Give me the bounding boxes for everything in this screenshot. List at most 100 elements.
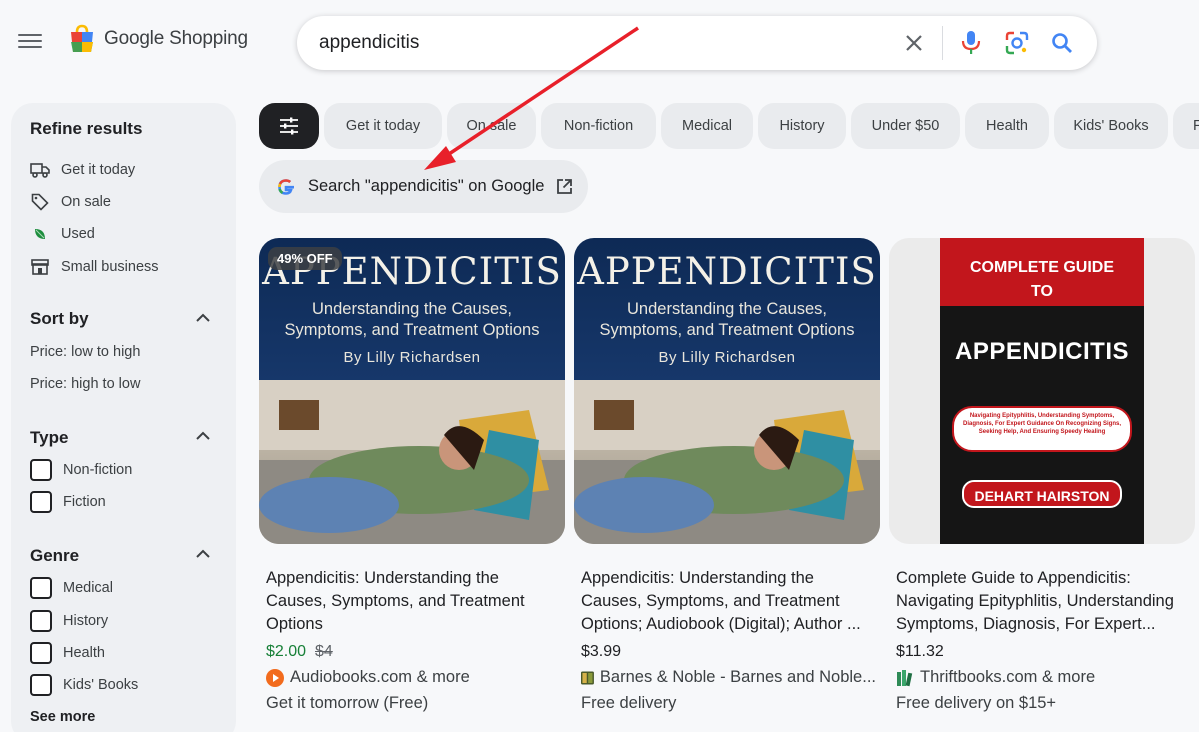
filter-label: Used — [61, 226, 95, 242]
chip-on-sale[interactable]: On sale — [447, 103, 536, 149]
cover-subtitle: Understanding the Causes, Symptoms, and T… — [284, 300, 540, 339]
chip-non-fiction[interactable]: Non-fiction — [541, 103, 656, 149]
mic-icon — [961, 31, 981, 54]
product-seller[interactable]: Thriftbooks.com & more — [896, 668, 1191, 687]
genre-heading: Genre — [30, 546, 80, 565]
filter-on-sale[interactable]: On sale — [30, 192, 111, 212]
search-divider — [942, 26, 943, 60]
sort-heading: Sort by — [30, 309, 89, 328]
book-cover-top: APPENDICITIS Understanding the Causes, Sy… — [574, 238, 880, 380]
sort-price-low-high[interactable]: Price: low to high — [30, 344, 140, 360]
product-delivery: Free delivery on $15+ — [896, 694, 1057, 712]
chevron-up-icon[interactable] — [194, 427, 212, 445]
cover-top-text: COMPLETE GUIDE TO — [940, 238, 1144, 306]
chevron-up-icon[interactable] — [194, 545, 212, 563]
barnes-noble-logo-icon — [581, 671, 594, 684]
sidebar-title: Refine results — [30, 119, 143, 138]
product-price: $2.00 — [266, 643, 307, 660]
cover-photo — [259, 380, 565, 544]
cover-author: DEHART HAIRSTON — [962, 480, 1122, 508]
chip-health[interactable]: Health — [965, 103, 1049, 149]
cover-author: By Lilly Richardsen — [658, 349, 796, 366]
product-title[interactable]: Appendicitis: Understanding the Causes, … — [266, 567, 556, 637]
cover-title: APPENDICITIS — [954, 338, 1130, 365]
checkbox[interactable] — [30, 459, 52, 481]
search-input[interactable] — [319, 28, 879, 58]
type-fiction[interactable]: Fiction — [30, 491, 106, 513]
filter-label: On sale — [61, 194, 111, 210]
search-on-google-label: Search "appendicitis" on Google — [308, 177, 545, 195]
checkbox-label: Fiction — [63, 494, 106, 510]
refine-sidebar: Refine results Get it today On sale Used… — [11, 103, 236, 732]
chip-kids-books[interactable]: Kids' Books — [1054, 103, 1168, 149]
product-seller[interactable]: Barnes & Noble - Barnes and Noble... — [581, 668, 876, 687]
product-title[interactable]: Complete Guide to Appendicitis: Navigati… — [896, 567, 1186, 637]
search-button[interactable] — [1048, 29, 1076, 57]
sort-price-high-low[interactable]: Price: high to low — [30, 376, 140, 392]
search-icon — [1052, 33, 1072, 53]
chip-under-50[interactable]: Under $50 — [851, 103, 960, 149]
search-on-google-button[interactable]: Search "appendicitis" on Google — [259, 160, 588, 213]
checkbox[interactable] — [30, 642, 52, 664]
genre-kids-books[interactable]: Kids' Books — [30, 674, 138, 696]
thriftbooks-logo-icon — [897, 669, 913, 686]
genre-history[interactable]: History — [30, 610, 108, 632]
genre-medical[interactable]: Medical — [30, 577, 113, 599]
genre-health[interactable]: Health — [30, 642, 105, 664]
checkbox-label: Health — [63, 645, 105, 661]
product-seller[interactable]: Audiobooks.com & more — [266, 668, 561, 687]
cover-photo — [574, 380, 880, 544]
chip-partial[interactable]: F — [1173, 103, 1199, 149]
filter-used[interactable]: Used — [30, 224, 95, 244]
discount-badge: 49% OFF — [268, 247, 342, 270]
product-image[interactable]: COMPLETE GUIDE TO APPENDICITIS Navigatin… — [889, 238, 1195, 544]
chip-history[interactable]: History — [758, 103, 846, 149]
type-non-fiction[interactable]: Non-fiction — [30, 459, 132, 481]
cover-blurb: Navigating Epityphlitis, Understanding S… — [952, 406, 1132, 452]
product-image[interactable]: APPENDICITIS Understanding the Causes, Sy… — [259, 238, 565, 544]
checkbox-label: Medical — [63, 580, 113, 596]
google-g-icon — [278, 178, 294, 195]
clear-search-button[interactable] — [900, 29, 928, 57]
chip-medical[interactable]: Medical — [661, 103, 753, 149]
open-in-new-icon — [557, 179, 573, 194]
cover-subtitle: Understanding the Causes, Symptoms, and T… — [599, 300, 855, 339]
product-title[interactable]: Appendicitis: Understanding the Causes, … — [581, 567, 871, 637]
cover-author: By Lilly Richardsen — [343, 349, 481, 366]
search-bar — [297, 16, 1097, 70]
checkbox[interactable] — [30, 577, 52, 599]
tune-icon — [280, 117, 298, 135]
filter-get-it-today[interactable]: Get it today — [30, 160, 135, 180]
product-image[interactable]: APPENDICITIS Understanding the Causes, Sy… — [574, 238, 880, 544]
lens-icon — [1005, 31, 1029, 55]
type-heading: Type — [30, 428, 69, 447]
truck-icon — [30, 160, 50, 180]
main-menu-button[interactable] — [16, 30, 44, 54]
checkbox-label: History — [63, 613, 109, 629]
product-original-price: $4 — [315, 643, 333, 660]
filters-button[interactable] — [259, 103, 319, 149]
chevron-up-icon[interactable] — [194, 309, 212, 327]
shopping-bag-icon — [71, 24, 93, 52]
product-price: $11.32 — [896, 643, 944, 660]
lens-search-button[interactable] — [1003, 29, 1031, 57]
filter-label: Small business — [61, 259, 159, 275]
clear-icon — [906, 35, 922, 51]
logo-text: Google Shopping — [104, 28, 248, 49]
checkbox[interactable] — [30, 674, 52, 696]
product-delivery: Free delivery — [581, 694, 677, 712]
audiobooks-logo-icon — [266, 668, 284, 687]
google-shopping-logo[interactable]: Google Shopping — [68, 24, 248, 54]
voice-search-button[interactable] — [957, 29, 985, 57]
checkbox[interactable] — [30, 610, 52, 632]
see-more-link[interactable]: See more — [30, 709, 95, 725]
filter-label: Get it today — [61, 162, 136, 178]
cover-title: APPENDICITIS — [577, 250, 877, 293]
menu-icon — [18, 34, 42, 36]
checkbox[interactable] — [30, 491, 52, 513]
leaf-icon — [30, 224, 50, 244]
store-icon — [30, 257, 50, 277]
chip-get-it-today[interactable]: Get it today — [324, 103, 442, 149]
book-cover: COMPLETE GUIDE TO APPENDICITIS Navigatin… — [940, 238, 1144, 544]
filter-small-business[interactable]: Small business — [30, 257, 159, 277]
